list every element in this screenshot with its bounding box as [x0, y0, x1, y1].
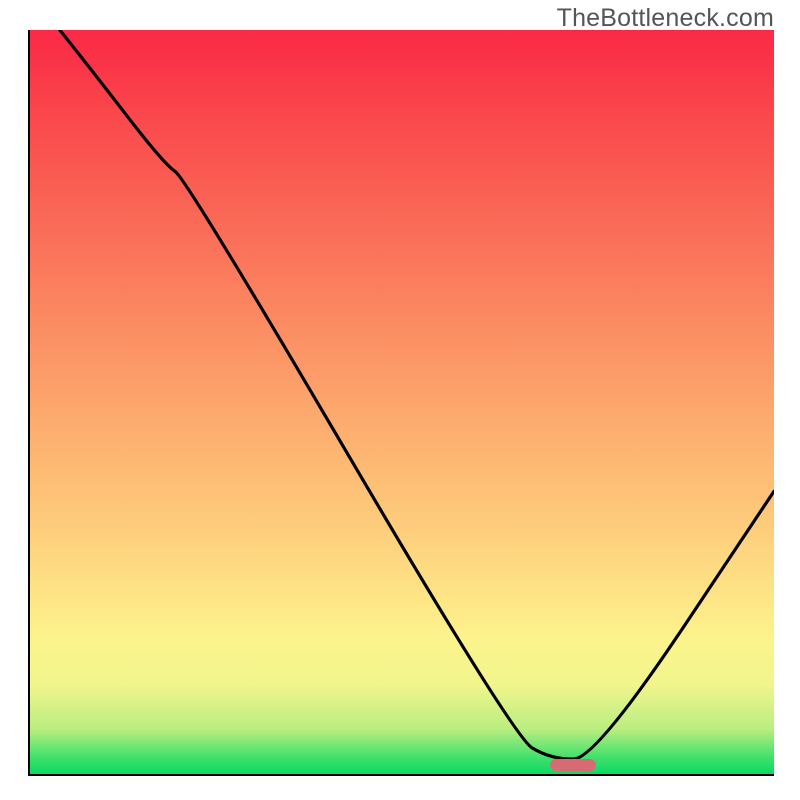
plot-area [28, 30, 774, 776]
line-curve [30, 30, 774, 774]
chart-container: TheBottleneck.com [0, 0, 800, 800]
watermark-text: TheBottleneck.com [557, 4, 774, 33]
optimal-marker [550, 759, 596, 771]
